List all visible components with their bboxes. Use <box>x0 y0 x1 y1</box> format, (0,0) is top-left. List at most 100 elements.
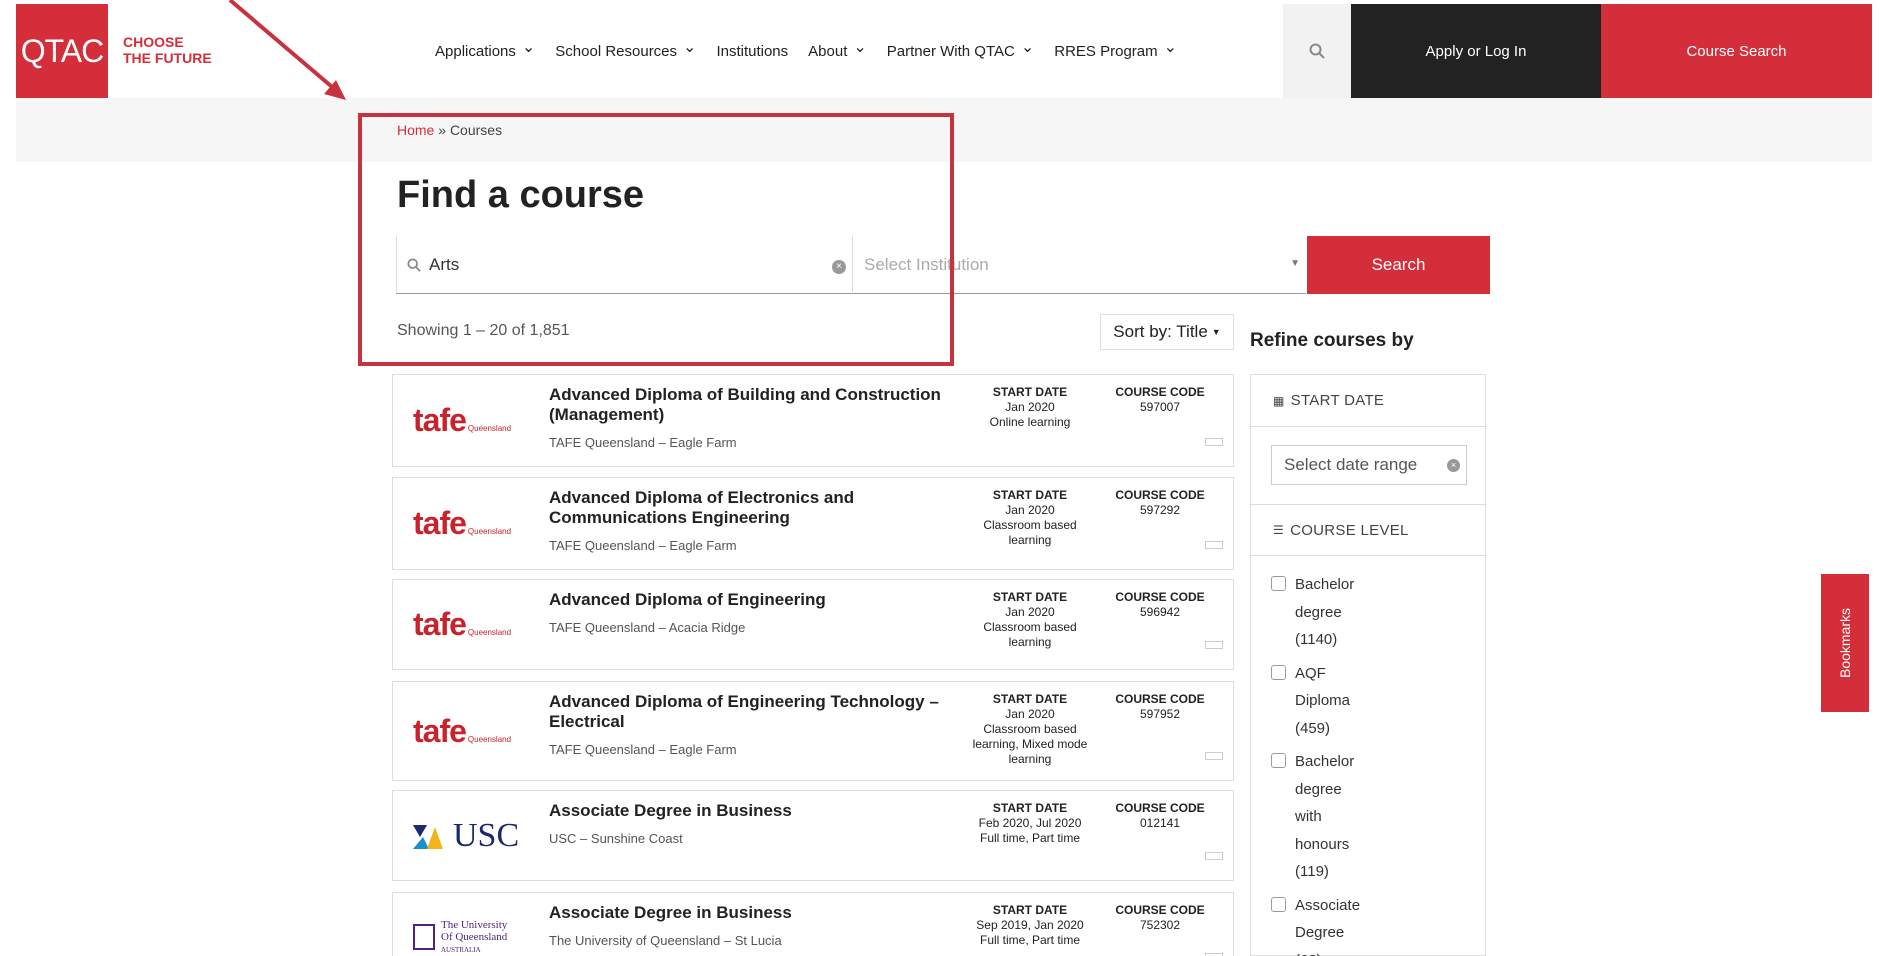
search-icon <box>1309 43 1325 59</box>
nav-item-label: About <box>808 42 848 60</box>
course-start-date: START DATE Jan 2020 Classroom based learni… <box>983 590 1077 649</box>
nav-item-0[interactable]: Applications ⌄ <box>435 39 535 60</box>
course-title[interactable]: Advanced Diploma of Building and Constru… <box>549 385 959 425</box>
course-level-heading[interactable]: ☰ COURSE LEVEL <box>1251 504 1485 556</box>
chevron-down-icon: ⌄ <box>1163 39 1178 56</box>
bookmark-icon[interactable] <box>1205 438 1223 446</box>
tafe-logo: tafe Queensland <box>413 606 512 642</box>
course-institution: TAFE Queensland – Eagle Farm <box>549 435 737 450</box>
course-code: COURSE CODE 597007 <box>1115 385 1205 414</box>
course-code: COURSE CODE 752302 <box>1115 903 1205 932</box>
bookmark-icon[interactable] <box>1205 641 1223 649</box>
course-start-date: START DATE Jan 2020 Online learning <box>989 385 1071 429</box>
course-code: COURSE CODE 596942 <box>1115 590 1205 619</box>
caret-down-icon: ▼ <box>1290 258 1300 269</box>
checkbox[interactable] <box>1271 896 1286 912</box>
annotation-arrow <box>228 0 346 100</box>
level-label: AQF Diploma <box>1295 664 1351 710</box>
header-search-button[interactable] <box>1283 4 1351 98</box>
course-title[interactable]: Associate Degree in Business <box>549 903 959 923</box>
bookmark-icon[interactable] <box>1205 752 1223 760</box>
level-count: (459) <box>1295 719 1331 737</box>
nav-item-label: Applications <box>435 42 516 60</box>
start-date-heading[interactable]: ▦ START DATE <box>1251 375 1485 427</box>
bookmarks-label: Bookmarks <box>1837 607 1853 679</box>
level-count: (62) <box>1295 952 1322 956</box>
level-label: Bachelor degree with honours <box>1295 753 1355 853</box>
level-count: (1140) <box>1295 631 1338 648</box>
search-submit-button[interactable]: Search <box>1307 236 1490 294</box>
course-result-card[interactable]: tafe Queensland Advanced Diploma of Electr… <box>392 477 1234 570</box>
course-start-date: START DATE Jan 2020 Classroom based learni… <box>983 488 1077 547</box>
bookmarks-tab[interactable]: Bookmarks <box>1821 574 1869 712</box>
tafe-logo: tafe Queensland <box>413 402 512 438</box>
course-code: COURSE CODE 597952 <box>1115 692 1205 721</box>
usc-logo: USC <box>413 791 519 880</box>
clear-date-icon[interactable]: × <box>1447 459 1460 472</box>
course-title[interactable]: Advanced Diploma of Electronics and Comm… <box>549 488 959 528</box>
chevron-down-icon: ⌄ <box>853 39 867 56</box>
course-level-option[interactable]: AQF Diploma (459) <box>1271 660 1471 743</box>
course-code: COURSE CODE 597292 <box>1115 488 1205 517</box>
nav-item-3[interactable]: About ⌄ <box>808 39 867 60</box>
nav-item-5[interactable]: RRES Program ⌄ <box>1054 39 1177 60</box>
course-result-card[interactable]: tafe Queensland Advanced Diploma of Buildi… <box>392 374 1234 467</box>
nav-item-2[interactable]: Institutions <box>716 43 788 60</box>
course-result-card[interactable]: The University Of Queensland AUSTRALIA Asso… <box>392 892 1234 956</box>
course-result-card[interactable]: tafe Queensland Advanced Diploma of Engine… <box>392 681 1234 781</box>
bookmark-icon[interactable] <box>1205 541 1223 549</box>
date-range-input[interactable]: Select date range × <box>1271 445 1467 485</box>
course-institution: TAFE Queensland – Acacia Ridge <box>549 620 746 635</box>
checkbox[interactable] <box>1271 664 1286 680</box>
course-institution: The University of Queensland – St Lucia <box>549 933 782 948</box>
checkbox[interactable] <box>1271 753 1286 768</box>
level-count: (119) <box>1295 863 1329 880</box>
course-level-list: Bachelor degree (1140) AQF Diploma (459) B… <box>1271 571 1471 956</box>
course-result-card[interactable]: USC Associate Degree in Business USC – Sun… <box>392 790 1234 881</box>
course-title[interactable]: Advanced Diploma of Engineering <box>549 590 959 610</box>
refine-title: Refine courses by <box>1250 330 1414 351</box>
start-date-heading-label: START DATE <box>1290 392 1385 409</box>
course-level-option[interactable]: Associate Degree (62) <box>1271 892 1471 956</box>
apply-login-button[interactable]: Apply or Log In <box>1351 4 1601 98</box>
level-label: Bachelor degree <box>1295 576 1355 621</box>
sort-label: Sort by: Title <box>1113 322 1208 341</box>
course-title[interactable]: Advanced Diploma of Engineering Technolo… <box>549 692 959 732</box>
calendar-icon: ▦ <box>1273 393 1285 408</box>
level-label: Associate Degree <box>1295 896 1361 942</box>
chevron-down-icon: ⌄ <box>683 39 697 56</box>
course-institution: TAFE Queensland – Eagle Farm <box>549 742 737 757</box>
nav-item-4[interactable]: Partner With QTAC ⌄ <box>886 39 1035 60</box>
main-nav: Applications ⌄ School Resources ⌄ Institutio… <box>435 4 1197 98</box>
chevron-down-icon: ⌄ <box>1020 39 1035 56</box>
course-institution: USC – Sunshine Coast <box>549 831 683 846</box>
nav-item-label: RRES Program <box>1054 42 1158 60</box>
tafe-logo: tafe Queensland <box>413 712 512 749</box>
sort-dropdown[interactable]: Sort by: Title ▼ <box>1100 314 1234 350</box>
tafe-logo: tafe Queensland <box>413 505 512 541</box>
course-code: COURSE CODE 012141 <box>1115 801 1205 830</box>
course-level-option[interactable]: Bachelor degree (1140) <box>1271 571 1471 654</box>
course-title[interactable]: Associate Degree in Business <box>549 801 959 821</box>
course-start-date: START DATE Feb 2020, Jul 2020 Full time, P… <box>978 801 1082 845</box>
course-institution: TAFE Queensland – Eagle Farm <box>549 538 737 553</box>
nav-item-label: School Resources <box>555 42 678 60</box>
course-result-card[interactable]: tafe Queensland Advanced Diploma of Engine… <box>392 579 1234 670</box>
bookmark-icon[interactable] <box>1205 852 1223 860</box>
chevron-down-icon: ⌄ <box>521 39 536 56</box>
list-icon: ☰ <box>1273 523 1285 537</box>
course-start-date: START DATE Jan 2020 Classroom based learni… <box>972 692 1088 766</box>
course-level-option[interactable]: Bachelor degree with honours (119) <box>1271 748 1471 886</box>
uq-logo: The University Of Queensland AUSTRALIA <box>413 893 507 956</box>
checkbox[interactable] <box>1271 576 1286 591</box>
course-level-heading-label: COURSE LEVEL <box>1290 521 1409 539</box>
date-range-placeholder: Select date range <box>1284 455 1418 474</box>
caret-down-icon: ▼ <box>1211 327 1221 337</box>
nav-item-label: Institutions <box>716 42 789 60</box>
nav-item-1[interactable]: School Resources ⌄ <box>555 39 696 60</box>
nav-item-label: Partner With QTAC <box>886 42 1015 60</box>
course-start-date: START DATE Sep 2019, Jan 2020 Full time, P… <box>976 903 1084 947</box>
annotation-highlight-box <box>358 113 954 366</box>
course-search-button[interactable]: Course Search <box>1601 4 1872 98</box>
refine-sidebar: ▦ START DATE Select date range × ☰ COURS… <box>1250 374 1486 956</box>
